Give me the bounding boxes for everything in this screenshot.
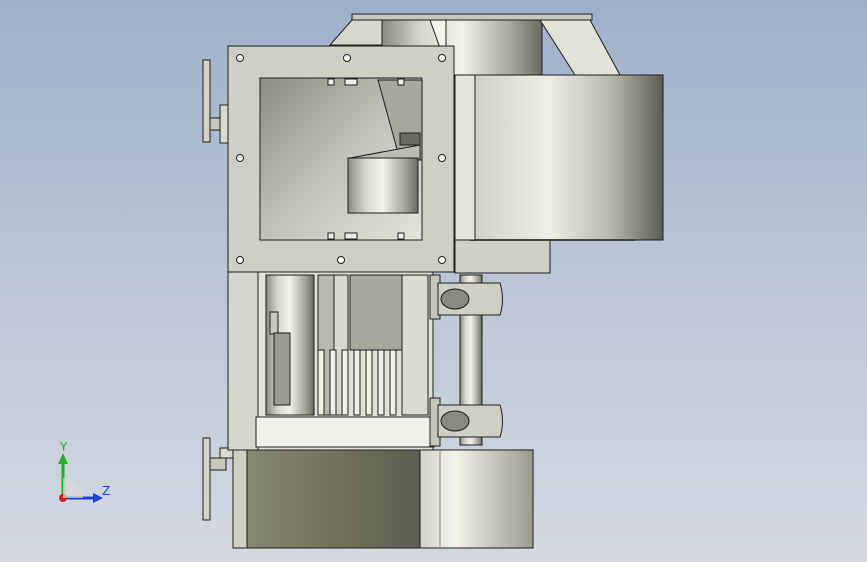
axis-y-label: Y: [60, 440, 68, 454]
graphics-viewport[interactable]: Y Z: [0, 0, 867, 562]
triad-axes-icon: [58, 453, 103, 503]
motor-frame: [227, 271, 441, 451]
outlet-flange: [227, 45, 455, 273]
scroll-housing: [454, 74, 664, 274]
orientation-triad: Y Z: [40, 440, 120, 510]
fan-assembly-model[interactable]: [0, 0, 867, 562]
bottom-motor: [232, 449, 534, 549]
axis-z-label: Z: [102, 484, 111, 498]
shaft-bearings: [437, 274, 503, 446]
